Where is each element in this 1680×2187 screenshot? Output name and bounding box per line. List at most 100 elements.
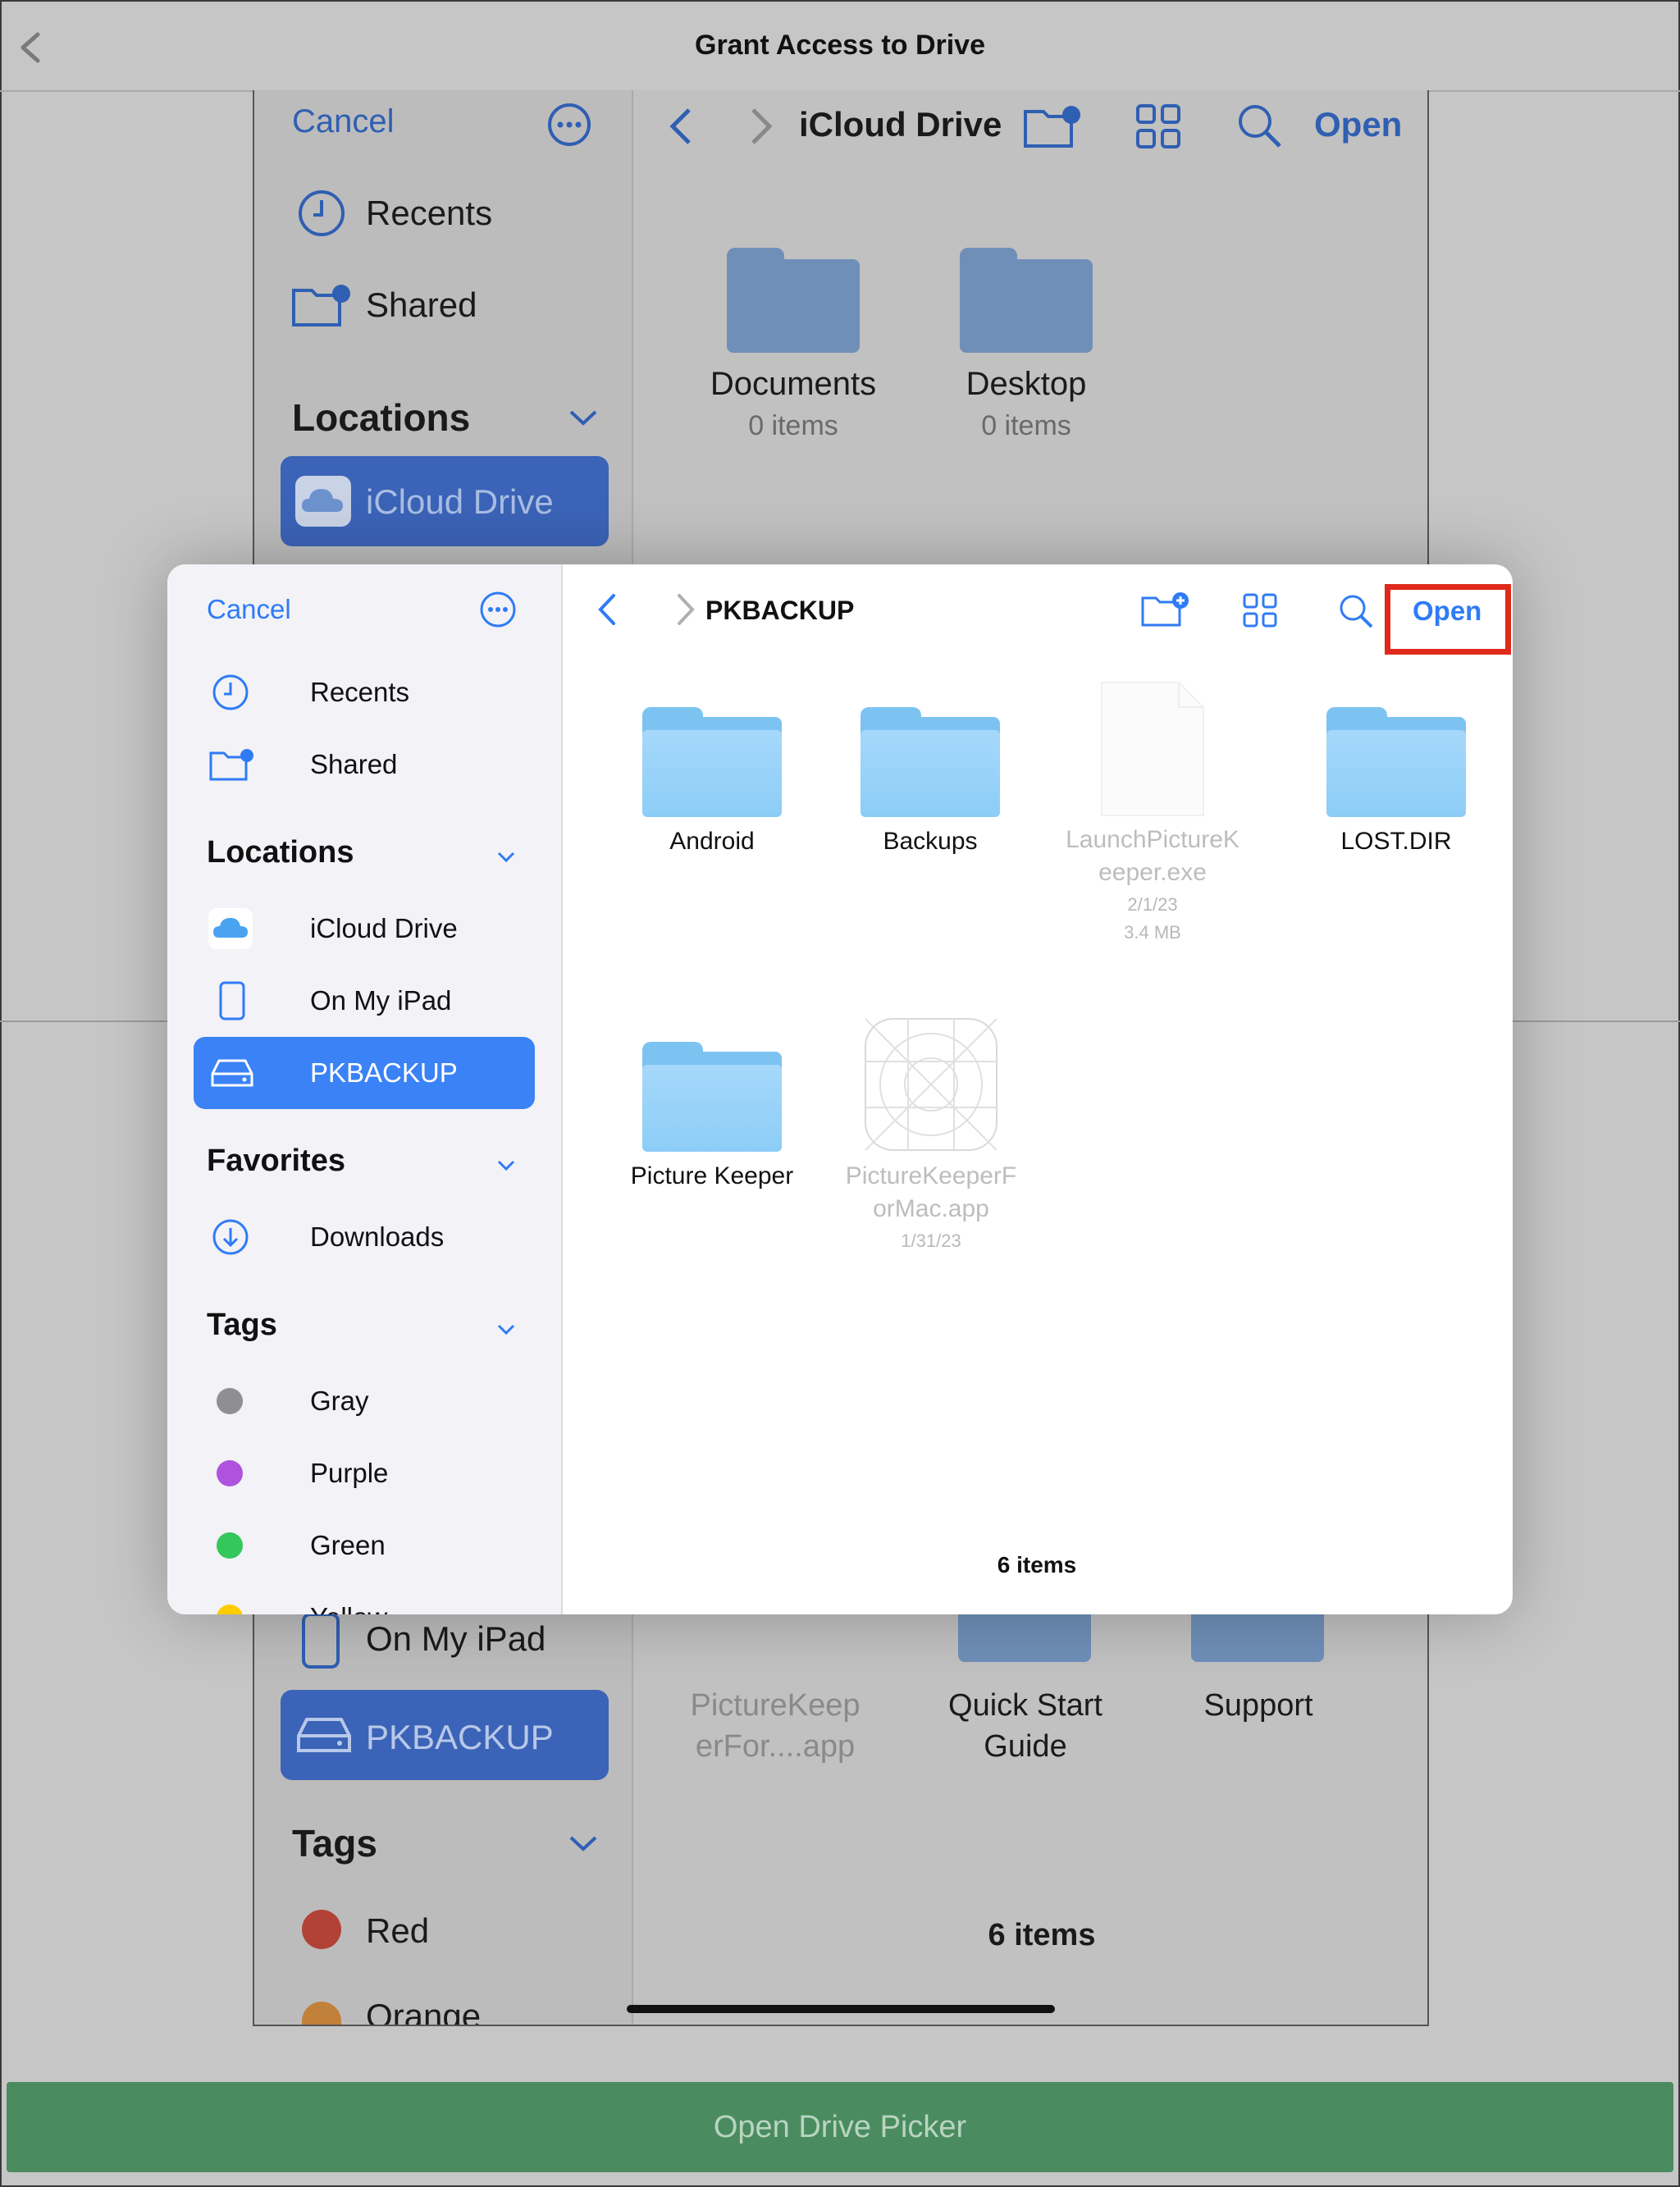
open-drive-picker-label: Open Drive Picker (713, 2109, 967, 2144)
search-icon[interactable] (1337, 592, 1375, 630)
folder-item-backups[interactable]: Backups (848, 707, 1012, 858)
external-drive-icon (211, 1059, 253, 1087)
item-name: LaunchPictureK eeper.exe (1066, 826, 1239, 886)
nav-back-icon[interactable] (594, 591, 620, 628)
bg-red-tag-dot (302, 1910, 341, 1949)
item-size: 3.4 MB (1124, 922, 1181, 943)
sidebar-item-label: Green (310, 1530, 386, 1560)
file-picker-modal: Cancel Recents Shared Locations iCloud D… (167, 564, 1513, 1614)
bg-orange-tag-label: Orange (366, 1997, 482, 2025)
item-name: Picture Keeper (630, 1162, 794, 1189)
document-icon (1101, 682, 1204, 816)
sidebar-item-label: PKBACKUP (310, 1057, 458, 1088)
item-count: 6 items (997, 1552, 1077, 1577)
sidebar-item-on-my-ipad[interactable]: On My iPad (208, 976, 545, 1025)
bg-item-app-name: PictureKeep erFor....app (690, 1688, 861, 1764)
bg-on-my-ipad-label: On My iPad (366, 1619, 546, 1658)
item-name: Android (669, 828, 755, 855)
folder-icon (861, 707, 1000, 817)
home-indicator (627, 2005, 1055, 2013)
file-item-launchpicturekeeper[interactable]: LaunchPictureK eeper.exe 2/1/23 3.4 MB (1058, 681, 1247, 948)
sidebar-item-tag-purple[interactable]: Purple (208, 1449, 545, 1498)
bg-folder-documents-meta: 0 items (748, 410, 838, 441)
page-title: Grant Access to Drive (695, 30, 985, 61)
sidebar-item-label: Shared (310, 749, 398, 779)
bg-tags-header: Tags (292, 1822, 377, 1865)
clock-icon (212, 674, 249, 710)
item-name: Backups (883, 828, 978, 855)
item-date: 2/1/23 (1127, 894, 1178, 915)
bg-tags-chevron-icon (569, 1836, 597, 1851)
folder-item-picture-keeper[interactable]: Picture Keeper (630, 1042, 794, 1193)
bg-ipad-icon (302, 1613, 340, 1669)
bg-folder-title: iCloud Drive (799, 105, 1002, 144)
bg-open-button: Open (1314, 105, 1403, 144)
tags-chevron-down-icon[interactable] (495, 1319, 517, 1340)
folder-icon (642, 1042, 782, 1152)
sidebar-item-label: Downloads (310, 1221, 445, 1252)
new-folder-icon[interactable] (1140, 591, 1191, 628)
folder-item-lost-dir[interactable]: LOST.DIR (1314, 707, 1478, 858)
bg-new-folder-icon (1024, 106, 1080, 148)
bg-icloud-label: iCloud Drive (366, 482, 554, 521)
bg-folder-documents-icon (727, 248, 860, 353)
bg-folder-desktop-icon (960, 248, 1093, 353)
sidebar-item-tag-gray[interactable]: Gray (208, 1377, 545, 1426)
bg-pkbackup-label: PKBACKUP (366, 1718, 554, 1756)
sidebar-item-icloud-drive[interactable]: iCloud Drive (208, 904, 545, 953)
sidebar-item-tag-yellow[interactable]: Yellow (208, 1593, 545, 1614)
picker-sidebar: Cancel Recents Shared Locations iCloud D… (167, 564, 563, 1614)
bg-cancel-button: Cancel (292, 103, 395, 139)
bg-support-folder-icon (1191, 1614, 1324, 1662)
item-name: LOST.DIR (1340, 828, 1452, 855)
sidebar-item-downloads[interactable]: Downloads (208, 1212, 545, 1262)
top-nav-bar: Grant Access to Drive (0, 0, 1680, 92)
ipad-icon (219, 981, 245, 1020)
bg-locations-header: Locations (292, 396, 471, 439)
tags-header: Tags (207, 1308, 277, 1342)
bg-shared-folder-icon (292, 285, 350, 326)
bg-quick-start-folder-icon (958, 1614, 1091, 1662)
bg-chevron-down-icon (569, 410, 597, 426)
bg-icloud-icon (295, 476, 351, 527)
item-name: PictureKeeperF orMac.app (845, 1162, 1017, 1222)
locations-header: Locations (207, 835, 354, 870)
bg-nav-back-icon (669, 108, 691, 144)
sidebar-item-shared[interactable]: Shared (208, 740, 545, 789)
favorites-chevron-down-icon[interactable] (495, 1155, 517, 1176)
sidebar-item-label: Recents (310, 677, 410, 707)
open-drive-picker-button[interactable]: Open Drive Picker (7, 2082, 1673, 2172)
download-icon (212, 1219, 249, 1255)
locations-chevron-down-icon[interactable] (495, 847, 517, 868)
grid-view-icon[interactable] (1242, 592, 1278, 628)
bg-item-count: 6 items (988, 1918, 1096, 1952)
sidebar-item-label: iCloud Drive (310, 913, 458, 943)
sidebar-item-label: Gray (310, 1386, 369, 1416)
folder-icon (642, 707, 782, 817)
folder-icon (1326, 707, 1466, 817)
sidebar-item-tag-green[interactable]: Green (208, 1521, 545, 1570)
favorites-header: Favorites (207, 1144, 345, 1178)
cancel-button[interactable]: Cancel (207, 594, 291, 625)
bg-nav-forward-icon (751, 108, 773, 144)
sidebar-item-label: Purple (310, 1458, 389, 1488)
bg-folder-desktop-name: Desktop (966, 366, 1087, 402)
app-placeholder-icon (865, 1018, 998, 1151)
nav-forward-icon[interactable] (673, 591, 699, 628)
shared-folder-icon (209, 749, 253, 781)
folder-item-android[interactable]: Android (630, 707, 794, 858)
sidebar-item-recents[interactable]: Recents (208, 668, 545, 717)
bg-item-quickstart-name: Quick Start Guide (948, 1688, 1102, 1764)
more-options-icon[interactable] (479, 591, 517, 628)
bg-search-icon (1239, 105, 1281, 148)
bg-grid-icon (1136, 104, 1180, 148)
icloud-icon (208, 908, 253, 949)
bg-item-support-name: Support (1203, 1688, 1313, 1723)
bg-folder-documents-name: Documents (710, 366, 877, 402)
sidebar-item-label: Yellow (310, 1602, 387, 1614)
sidebar-item-pkbackup[interactable]: PKBACKUP (208, 1048, 545, 1098)
bg-recents-label: Recents (366, 194, 493, 232)
bg-orange-tag-dot (302, 2002, 341, 2025)
file-item-picturekeeper-mac-app[interactable]: PictureKeeperF orMac.app 1/31/23 (837, 1016, 1025, 1257)
bg-folder-desktop-meta: 0 items (981, 410, 1071, 441)
